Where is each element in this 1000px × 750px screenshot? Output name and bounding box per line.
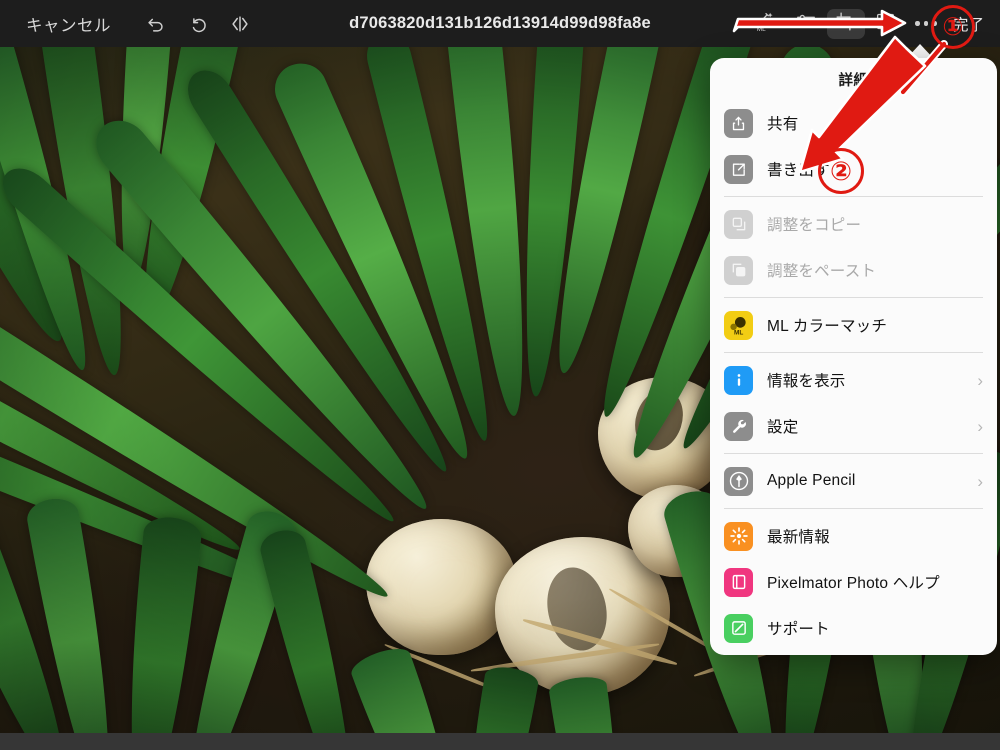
- menu-item-label: 最新情報: [767, 529, 830, 546]
- menu-item-label: 共有: [767, 116, 799, 133]
- menu-item-paste-adjustments: 調整をペースト: [710, 247, 997, 293]
- ml-enhance-button[interactable]: ML: [747, 9, 785, 39]
- support-pencil-page-icon: [724, 613, 753, 643]
- share-box-arrow-up-icon: [724, 108, 753, 138]
- svg-text:ML: ML: [734, 329, 743, 336]
- paste-squares-icon: [724, 255, 753, 285]
- menu-item-copy-adjustments: 調整をコピー: [710, 201, 997, 247]
- menu-group: 調整をコピー 調整をペースト: [710, 201, 997, 293]
- export-box-arrow-icon: [724, 154, 753, 184]
- apple-pencil-icon: [724, 466, 753, 496]
- ml-magic-wand-icon: ML: [754, 9, 778, 38]
- svg-text:ML: ML: [757, 26, 766, 33]
- sliders-icon: [795, 10, 817, 37]
- compare-before-after-icon: [229, 13, 251, 35]
- menu-item-label: サポート: [767, 621, 830, 638]
- info-icon: [724, 365, 753, 395]
- menu-item-label: 情報を表示: [767, 373, 846, 390]
- ml-color-match-icon: ML: [724, 310, 753, 340]
- menu-divider: [724, 196, 983, 197]
- menu-item-ml-color-match[interactable]: ML ML カラーマッチ: [710, 302, 997, 348]
- popover-title: 詳細: [838, 73, 869, 89]
- redo-arrow-icon: [187, 13, 209, 35]
- pixelmator-photo-editor: キャンセル d7063820d131b126d13914d99d98fa8e M…: [0, 0, 1000, 750]
- annotation-marker-2: ②: [818, 148, 864, 194]
- menu-group: Apple Pencil ›: [710, 458, 997, 504]
- chevron-right-icon: ›: [977, 471, 983, 491]
- annotation-marker-1: ①: [931, 5, 975, 49]
- wrench-icon: [724, 411, 753, 441]
- adjustments-button[interactable]: [787, 9, 825, 39]
- chevron-right-icon: ›: [977, 416, 983, 436]
- menu-item-help[interactable]: Pixelmator Photo ヘルプ: [710, 559, 997, 605]
- menu-group: ML ML カラーマッチ: [710, 302, 997, 348]
- presets-button[interactable]: [867, 9, 905, 39]
- menu-group: 最新情報 Pixelmator Photo ヘルプ サポート: [710, 513, 997, 651]
- top-toolbar: キャンセル d7063820d131b126d13914d99d98fa8e M…: [0, 0, 1000, 47]
- bottom-bar: [0, 733, 1000, 750]
- copy-squares-icon: [724, 209, 753, 239]
- menu-item-label: Apple Pencil: [767, 472, 856, 489]
- undo-button[interactable]: [139, 7, 173, 41]
- cancel-button[interactable]: キャンセル: [26, 12, 111, 36]
- undo-arrow-icon: [145, 13, 167, 35]
- book-icon: [724, 567, 753, 597]
- crop-button[interactable]: [826, 8, 865, 39]
- menu-item-label: ML カラーマッチ: [767, 318, 888, 335]
- menu-item-label: Pixelmator Photo ヘルプ: [767, 575, 940, 592]
- menu-group: 情報を表示 › 設定 ›: [710, 357, 997, 449]
- menu-item-settings[interactable]: 設定 ›: [710, 403, 997, 449]
- menu-item-label: 設定: [767, 419, 799, 436]
- chevron-right-icon: ›: [977, 370, 983, 390]
- menu-divider: [724, 352, 983, 353]
- presets-icon: [875, 11, 896, 37]
- menu-item-label: 調整をペースト: [767, 263, 877, 280]
- menu-divider: [724, 297, 983, 298]
- more-popover-menu: 詳細 共有 書き出す 調整をコピー 調整をペースト ML ML カラーマッチ 情…: [710, 58, 997, 655]
- sparkle-icon: [724, 521, 753, 551]
- crop-icon: [835, 11, 856, 37]
- compare-button[interactable]: [223, 7, 257, 41]
- menu-item-show-info[interactable]: 情報を表示 ›: [710, 357, 997, 403]
- menu-item-label: 調整をコピー: [767, 217, 862, 234]
- redo-button[interactable]: [181, 7, 215, 41]
- menu-item-apple-pencil[interactable]: Apple Pencil ›: [710, 458, 997, 504]
- menu-item-share[interactable]: 共有: [710, 100, 997, 146]
- menu-item-whats-new[interactable]: 最新情報: [710, 513, 997, 559]
- menu-divider: [724, 508, 983, 509]
- menu-divider: [724, 453, 983, 454]
- menu-item-support[interactable]: サポート: [710, 605, 997, 651]
